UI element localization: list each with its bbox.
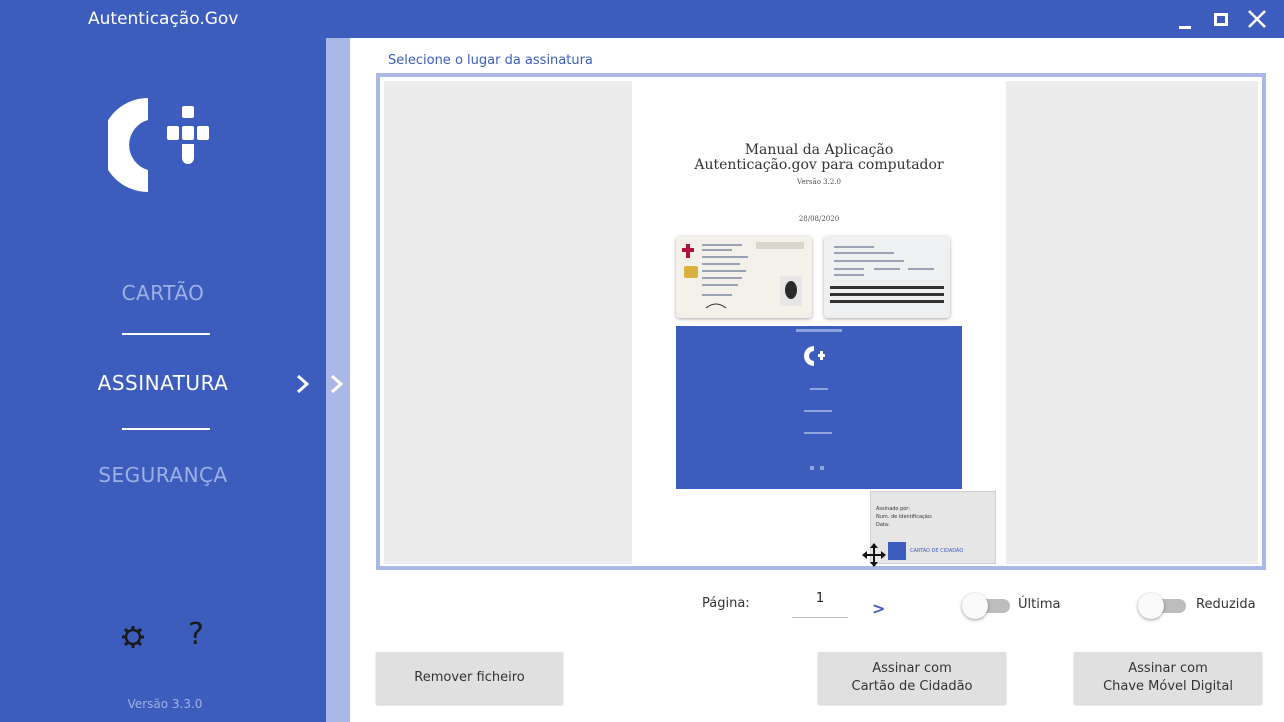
next-page-button[interactable]: > — [872, 599, 885, 618]
section-label: Selecione o lugar da assinatura — [388, 53, 593, 68]
page-number-value: 1 — [815, 591, 825, 606]
button-label-line1: Assinar com — [1128, 661, 1208, 676]
sidebar-item-label: CARTÃO — [121, 281, 205, 305]
help-icon[interactable]: ? — [188, 617, 204, 652]
divider — [122, 333, 210, 335]
page-number-input[interactable]: 1 — [792, 591, 848, 618]
app-screenshot-image — [676, 326, 962, 489]
signature-line: Assinado por: — [876, 506, 910, 512]
button-label: Remover ficheiro — [414, 670, 525, 685]
button-label-line2: Cartão de Cidadão — [851, 679, 973, 694]
sidebar-item-seguranca[interactable]: SEGURANÇA — [0, 463, 326, 487]
app-logo — [101, 92, 212, 202]
chevron-right-icon — [294, 373, 312, 399]
signature-line: Num. de Identificação: — [876, 514, 933, 520]
chevron-right-icon — [328, 373, 346, 399]
sidebar-item-label: ASSINATURA — [97, 371, 229, 395]
close-icon[interactable] — [1242, 4, 1272, 34]
divider — [122, 428, 210, 430]
sidebar-item-assinatura[interactable]: ASSINATURA — [0, 371, 326, 395]
window-title: Autenticação.Gov — [88, 9, 239, 29]
button-label-line2: Chave Móvel Digital — [1103, 679, 1233, 694]
gear-icon[interactable] — [120, 624, 146, 654]
maximize-icon[interactable] — [1206, 4, 1236, 34]
toggle-knob — [962, 593, 988, 619]
sidebar-item-cartao[interactable]: CARTÃO — [0, 281, 326, 305]
document-title-line1: Manual da Aplicação — [744, 142, 894, 158]
document-date: 28/08/2020 — [798, 215, 840, 223]
minimize-icon[interactable] — [1170, 4, 1200, 34]
id-card-back-image — [824, 236, 950, 318]
button-label-line1: Assinar com — [872, 661, 952, 676]
last-page-toggle[interactable] — [962, 592, 1014, 620]
signature-text: Assinado por: Num. de Identificação: Dat… — [876, 505, 933, 529]
last-page-label: Última — [1018, 597, 1061, 612]
signature-brand: CARTÃO DE CIDADÃO — [910, 548, 964, 554]
reduced-label: Reduzida — [1196, 597, 1256, 612]
signature-logo-icon — [888, 542, 906, 560]
remove-file-button[interactable]: Remover ficheiro — [376, 652, 563, 704]
document-title-line2: Autenticação.gov para computador — [694, 157, 944, 173]
sign-with-mobile-key-button[interactable]: Assinar com Chave Móvel Digital — [1074, 652, 1262, 704]
version-label: Versão 3.3.0 — [127, 697, 203, 711]
toggle-knob — [1138, 593, 1164, 619]
sign-with-citizen-card-button[interactable]: Assinar com Cartão de Cidadão — [818, 652, 1006, 704]
signature-line: Data: — [876, 522, 890, 528]
reduced-toggle[interactable] — [1138, 592, 1190, 620]
page-label: Página: — [702, 596, 750, 611]
document-version: Versão 3.2.0 — [797, 178, 841, 186]
id-card-front-image — [676, 236, 812, 318]
move-icon[interactable] — [861, 542, 887, 572]
sidebar-item-label: SEGURANÇA — [98, 463, 228, 487]
